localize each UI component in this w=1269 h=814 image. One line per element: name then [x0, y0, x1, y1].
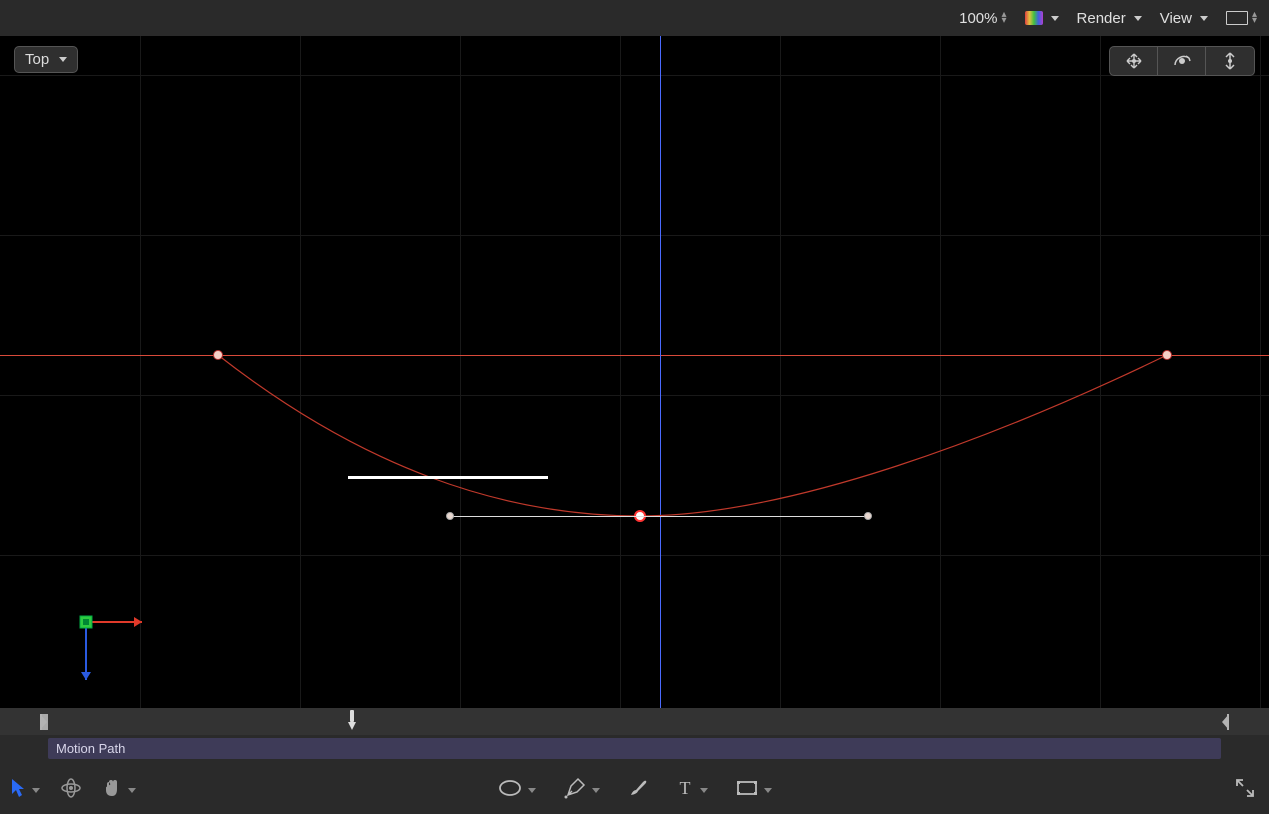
tangent-handle-left[interactable]	[446, 512, 454, 520]
dolly-icon	[1222, 52, 1238, 70]
chevron-down-icon	[30, 781, 40, 796]
zoom-level-control[interactable]: 100% ▴▾	[959, 10, 1006, 27]
svg-text:T: T	[679, 779, 690, 797]
camera-view-label: Top	[25, 51, 49, 68]
keyframe-end[interactable]	[1162, 350, 1172, 360]
pen-icon	[564, 777, 586, 799]
pan-view-button[interactable]	[1110, 47, 1158, 75]
chevron-down-icon	[55, 51, 67, 68]
orbit-view-button[interactable]	[1158, 47, 1206, 75]
canvas-grid	[0, 36, 1269, 708]
bottom-toolbar: T	[0, 762, 1269, 814]
clip-label: Motion Path	[56, 741, 125, 756]
ellipse-icon	[498, 779, 522, 797]
zoom-level-value: 100%	[959, 10, 997, 27]
chevron-down-icon	[762, 781, 772, 796]
pen-tool[interactable]	[564, 777, 600, 799]
object-silhouette[interactable]	[348, 476, 548, 479]
chevron-down-icon	[590, 781, 600, 796]
aspect-box-icon	[1226, 11, 1248, 25]
orbit-icon	[1172, 53, 1192, 69]
canvas-playhead-line	[660, 36, 661, 708]
chevron-down-icon	[526, 781, 536, 796]
axis-gizmo[interactable]	[72, 608, 152, 688]
tangent-handle-line	[450, 516, 870, 517]
shape-tool[interactable]	[498, 779, 536, 797]
arrow-icon	[10, 778, 26, 798]
mini-timeline-ruler[interactable]	[0, 708, 1269, 735]
chevron-down-icon	[1047, 10, 1059, 27]
chevron-down-icon	[126, 781, 136, 796]
brush-icon	[628, 778, 648, 798]
render-label: Render	[1077, 10, 1126, 27]
axis-gizmo-icon	[72, 608, 152, 688]
mask-tool[interactable]	[736, 780, 772, 796]
out-point-marker[interactable]	[1221, 714, 1229, 730]
chevron-down-icon	[1130, 10, 1142, 27]
horizon-line	[0, 355, 1269, 356]
paint-tool[interactable]	[628, 778, 648, 798]
tangent-handle-right[interactable]	[864, 512, 872, 520]
view-label: View	[1160, 10, 1192, 27]
pan-tool[interactable]	[102, 778, 136, 798]
hand-icon	[102, 778, 122, 798]
playhead-marker[interactable]	[346, 710, 358, 732]
color-channel-menu[interactable]	[1025, 10, 1059, 27]
view-control-group	[1109, 46, 1255, 76]
motion-path-clip[interactable]: Motion Path	[48, 738, 1221, 759]
fullscreen-toggle[interactable]	[1235, 778, 1255, 798]
crop-rect-icon	[736, 780, 758, 796]
keyframe-start[interactable]	[213, 350, 223, 360]
chevron-down-icon	[1196, 10, 1208, 27]
render-menu[interactable]: Render	[1077, 10, 1142, 27]
fullscreen-icon	[1235, 778, 1255, 798]
pan-icon	[1123, 53, 1145, 69]
3d-transform-tool[interactable]	[60, 777, 82, 799]
top-toolbar: 100% ▴▾ Render View ▴▾	[0, 0, 1269, 36]
select-tool[interactable]	[10, 778, 40, 798]
orbit-3d-icon	[60, 777, 82, 799]
text-tool[interactable]: T	[676, 779, 708, 797]
chevron-down-icon	[698, 781, 708, 796]
text-icon: T	[676, 779, 694, 797]
stepper-icon: ▴▾	[1001, 12, 1006, 24]
stepper-icon: ▴▾	[1252, 12, 1257, 24]
dolly-view-button[interactable]	[1206, 47, 1254, 75]
color-swatch-icon	[1025, 11, 1043, 25]
behavior-track: Motion Path	[0, 735, 1269, 762]
in-point-marker[interactable]	[40, 714, 48, 730]
camera-view-dropdown[interactable]: Top	[14, 46, 78, 73]
view-menu[interactable]: View	[1160, 10, 1208, 27]
aspect-mask-control[interactable]: ▴▾	[1226, 11, 1257, 25]
canvas-viewport[interactable]: Top	[0, 36, 1269, 708]
